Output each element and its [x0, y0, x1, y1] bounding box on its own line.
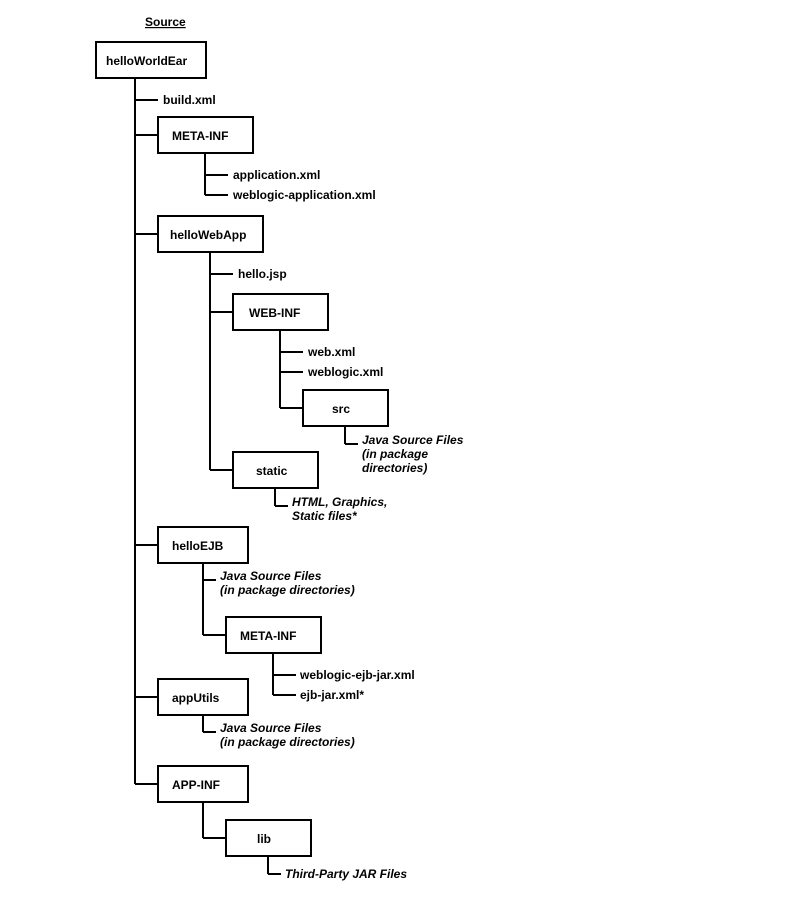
note-helloejb-1: Java Source Files [220, 569, 322, 583]
file-application-xml: application.xml [233, 168, 320, 182]
directory-tree-diagram: Source helloWorldEar build.xml META-INF … [0, 0, 800, 898]
note-apputils-1: Java Source Files [220, 721, 322, 735]
file-hello-jsp: hello.jsp [238, 267, 287, 281]
label-web-inf: WEB-INF [249, 306, 300, 320]
note-static-2: Static files* [292, 509, 358, 523]
file-weblogic-xml: weblogic.xml [307, 365, 383, 379]
file-weblogic-ejb-jar: weblogic-ejb-jar.xml [299, 668, 415, 682]
file-web-xml: web.xml [307, 345, 355, 359]
note-src-1: Java Source Files [362, 433, 464, 447]
label-apputils: appUtils [172, 691, 220, 705]
label-lib: lib [257, 832, 271, 846]
file-weblogic-application-xml: weblogic-application.xml [232, 188, 376, 202]
label-hellowebapp: helloWebApp [170, 228, 246, 242]
note-src-3: directories) [362, 461, 427, 475]
label-src: src [332, 402, 350, 416]
label-static: static [256, 464, 288, 478]
diagram-title: Source [145, 15, 186, 29]
note-lib: Third-Party JAR Files [285, 867, 407, 881]
label-root: helloWorldEar [106, 54, 187, 68]
note-src-2: (in package [362, 447, 428, 461]
note-apputils-2: (in package directories) [220, 735, 355, 749]
label-helloejb-metainf: META-INF [240, 629, 296, 643]
label-appinf: APP-INF [172, 778, 220, 792]
label-meta-inf: META-INF [172, 129, 228, 143]
file-ejb-jar: ejb-jar.xml* [300, 688, 364, 702]
note-helloejb-2: (in package directories) [220, 583, 355, 597]
label-helloejb: helloEJB [172, 539, 224, 553]
file-build-xml: build.xml [163, 93, 216, 107]
note-static-1: HTML, Graphics, [292, 495, 387, 509]
